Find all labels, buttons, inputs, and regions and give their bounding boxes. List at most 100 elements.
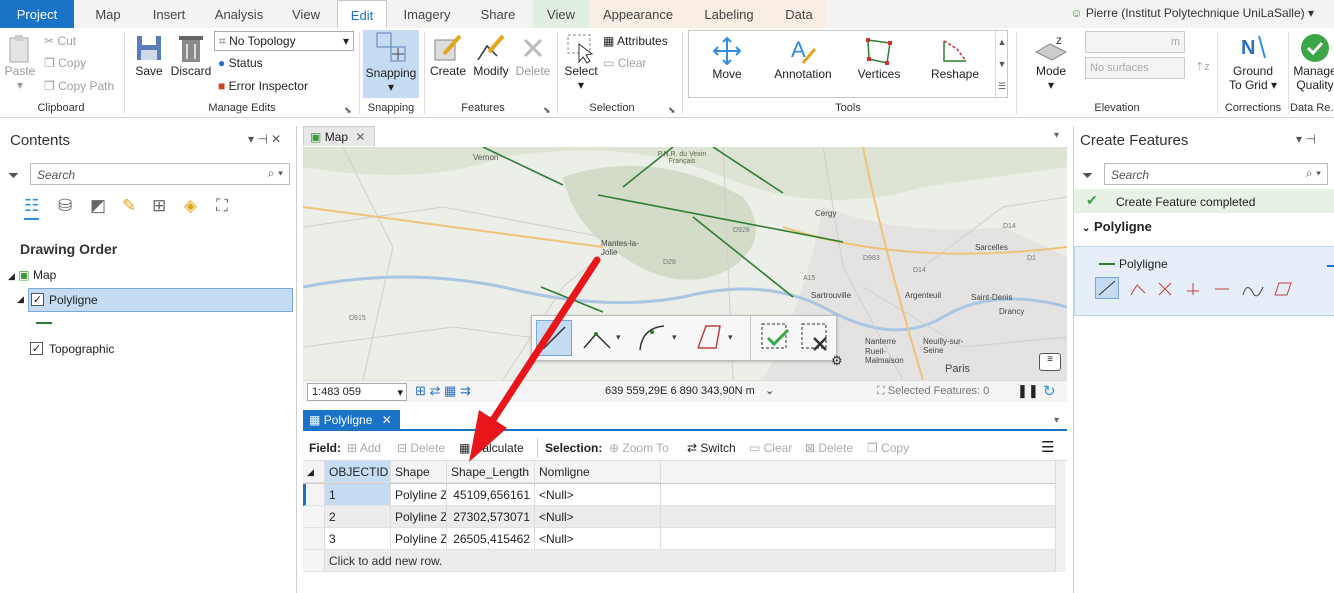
delete-button[interactable]: Delete bbox=[513, 32, 553, 78]
trace-tool[interactable]: ▾ bbox=[692, 320, 738, 356]
launcher-icon[interactable]: ⬊ bbox=[543, 105, 551, 116]
tab-insert[interactable]: Insert bbox=[140, 0, 198, 28]
row-selector[interactable] bbox=[303, 528, 325, 550]
refresh-icon[interactable]: ↻ bbox=[1043, 382, 1056, 400]
view-options-icon[interactable]: ▾ bbox=[1054, 415, 1059, 426]
column-header-objectid[interactable]: OBJECTID bbox=[325, 461, 391, 483]
template-polyligne[interactable]: Polyligne bbox=[1074, 246, 1334, 316]
close-icon[interactable]: ✕ bbox=[355, 130, 365, 144]
map-view-tab[interactable]: ▣ Map ✕ bbox=[303, 126, 375, 146]
table-cell[interactable]: Polyline Z bbox=[391, 506, 447, 528]
elevation-mode-button[interactable]: z Mode ▾ bbox=[1026, 32, 1076, 92]
copy-button[interactable]: ❐ Copy bbox=[44, 56, 86, 70]
attributes-button[interactable]: ▦ Attributes bbox=[603, 34, 668, 48]
surfaces-dropdown[interactable]: No surfaces bbox=[1085, 57, 1185, 79]
layer-topographic[interactable]: Topographic bbox=[49, 342, 114, 356]
filter-icon[interactable]: ⏷ bbox=[8, 167, 19, 184]
labeling-icon[interactable]: ◈ bbox=[184, 196, 197, 216]
delete-field-button[interactable]: ⊟ Delete bbox=[397, 441, 445, 455]
column-header-shape[interactable]: Shape bbox=[391, 461, 447, 483]
launcher-icon[interactable]: ⬊ bbox=[668, 105, 676, 116]
pane-options-icon[interactable]: ▾ ⊣ bbox=[1296, 132, 1316, 146]
map-canvas[interactable]: Vernon P.N.R. du Vexin Français Mantes-l… bbox=[303, 147, 1067, 380]
drawing-order-icon[interactable]: ☷ bbox=[24, 196, 40, 220]
zoom-to-button[interactable]: ⊕ Zoom To bbox=[609, 441, 669, 455]
pause-icon[interactable]: ❚❚ bbox=[1017, 383, 1039, 399]
template-group[interactable]: ⌄ Polyligne bbox=[1082, 219, 1152, 234]
tab-share[interactable]: Share bbox=[468, 0, 528, 28]
tab-view[interactable]: View bbox=[280, 0, 332, 28]
filter-icon[interactable]: ⏷ bbox=[1082, 167, 1093, 184]
manage-quality-button[interactable]: Manage Quality bbox=[1292, 32, 1334, 92]
create-features-search-input[interactable]: Search ⌕ ▾ bbox=[1104, 163, 1328, 185]
row-selector[interactable] bbox=[303, 506, 325, 528]
table-scrollbar[interactable] bbox=[1055, 461, 1065, 572]
arc-tool[interactable]: ▾ bbox=[636, 320, 682, 356]
select-all-corner[interactable]: ◢ bbox=[303, 461, 325, 483]
data-source-icon[interactable]: ⛁ bbox=[58, 196, 72, 216]
snapping-list-icon[interactable]: ⊞ bbox=[152, 196, 166, 216]
ground-to-grid-button[interactable]: N Ground To Grid ▾ bbox=[1224, 32, 1282, 92]
attribute-table-tab[interactable]: ▦ Polyligne ✕ bbox=[303, 410, 400, 430]
elevation-z-icon[interactable]: ⇡z bbox=[1195, 60, 1210, 73]
delete-selection-button[interactable]: ⊠ Delete bbox=[805, 441, 853, 455]
contents-search-input[interactable]: Search ⌕ ▾ bbox=[30, 163, 290, 185]
table-cell[interactable]: 1 bbox=[325, 484, 391, 506]
table-cell[interactable]: <Null> bbox=[535, 484, 661, 506]
discard-sketch-button[interactable] bbox=[798, 320, 834, 356]
topology-dropdown[interactable]: ⌗ No Topology ▾ bbox=[214, 31, 354, 51]
tab-imagery[interactable]: Imagery bbox=[392, 0, 462, 28]
add-field-button[interactable]: ⊞ Add bbox=[347, 441, 381, 455]
chevron-down-icon[interactable]: ⌄ bbox=[765, 384, 774, 397]
create-button[interactable]: Create bbox=[428, 32, 468, 78]
row-selector[interactable] bbox=[303, 484, 325, 506]
table-cell[interactable]: <Null> bbox=[535, 506, 661, 528]
menu-icon[interactable]: ☰ bbox=[1041, 438, 1054, 456]
tab-project[interactable]: Project bbox=[0, 0, 74, 28]
tab-appearance[interactable]: Appearance bbox=[590, 0, 686, 28]
drag-handle[interactable] bbox=[1327, 265, 1334, 267]
launcher-icon[interactable]: ⬊ bbox=[344, 105, 352, 116]
tab-analysis[interactable]: Analysis bbox=[204, 0, 274, 28]
error-inspector-button[interactable]: ■ Error Inspector bbox=[218, 79, 308, 93]
switch-selection-button[interactable]: ⇄ Switch bbox=[687, 441, 736, 455]
table-cell[interactable]: Polyline Z bbox=[391, 528, 447, 550]
copy-selection-button[interactable]: ❐ Copy bbox=[867, 441, 909, 455]
annotation-tool[interactable]: A Annotation bbox=[767, 35, 839, 81]
modify-button[interactable]: Modify bbox=[470, 32, 512, 78]
user-account[interactable]: ☺ Pierre (Institut Polytechnique UniLaSa… bbox=[1070, 6, 1314, 20]
table-cell[interactable]: 26505,415462 bbox=[447, 528, 535, 550]
tab-data[interactable]: Data bbox=[772, 0, 826, 28]
view-options-icon[interactable]: ▾ bbox=[1054, 130, 1059, 141]
chat-note-icon[interactable]: ≡ bbox=[1039, 353, 1061, 371]
select-button[interactable]: Select ▾ bbox=[561, 32, 601, 92]
snapping-button[interactable]: Snapping ▾ bbox=[363, 30, 419, 98]
pane-options-icon[interactable]: ▾ ⊣ ✕ bbox=[248, 132, 281, 146]
layer-checkbox[interactable]: ✓ bbox=[30, 342, 43, 355]
vertices-tool[interactable]: Vertices bbox=[847, 35, 911, 81]
line-tool[interactable] bbox=[1095, 277, 1119, 299]
copy-path-button[interactable]: ❐ Copy Path bbox=[44, 79, 114, 93]
finish-sketch-button[interactable] bbox=[758, 320, 794, 356]
gallery-scroll[interactable]: ▲ ▼ ☰ bbox=[995, 31, 1008, 97]
gear-icon[interactable]: ⚙ bbox=[831, 353, 843, 369]
tab-edit[interactable]: Edit bbox=[337, 0, 387, 29]
scale-dropdown[interactable]: 1:483 059 ▾ bbox=[307, 383, 407, 401]
close-icon[interactable]: ✕ bbox=[382, 413, 392, 427]
paste-button[interactable]: Paste ▾ bbox=[4, 34, 36, 92]
table-cell[interactable]: 45109,656161 bbox=[447, 484, 535, 506]
layer-polyligne[interactable]: ◢ ✓ Polyligne bbox=[17, 288, 293, 312]
table-cell[interactable]: Polyline Z bbox=[391, 484, 447, 506]
perspective-icon[interactable]: ⛶ bbox=[216, 196, 228, 216]
move-tool[interactable]: Move bbox=[695, 35, 759, 81]
map-node[interactable]: ◢ ▣ Map bbox=[8, 268, 56, 282]
clear-selection-button[interactable]: ▭ Clear bbox=[749, 441, 792, 455]
tab-view-feature[interactable]: View bbox=[533, 0, 589, 28]
layer-checkbox[interactable]: ✓ bbox=[31, 293, 44, 306]
table-cell[interactable]: 2 bbox=[325, 506, 391, 528]
table-cell[interactable]: 27302,573071 bbox=[447, 506, 535, 528]
selection-list-icon[interactable]: ◩ bbox=[90, 196, 106, 216]
table-cell[interactable]: 3 bbox=[325, 528, 391, 550]
reshape-tool[interactable]: Reshape bbox=[923, 35, 987, 81]
discard-button[interactable]: Discard bbox=[170, 32, 212, 78]
